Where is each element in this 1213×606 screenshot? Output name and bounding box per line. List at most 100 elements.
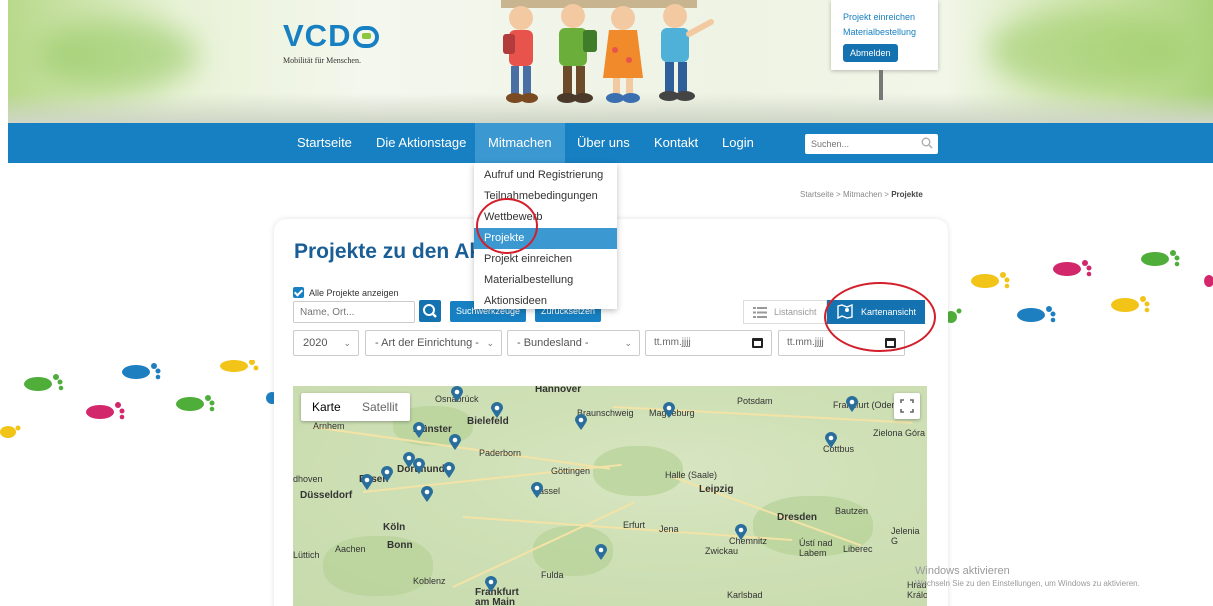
map-pin[interactable]	[449, 434, 461, 450]
chevron-down-icon: ⌄	[624, 338, 632, 348]
year-select[interactable]: 2020 ⌄	[293, 330, 359, 356]
map-pin[interactable]	[531, 482, 543, 498]
city-label-eindhoven: dhoven	[293, 474, 323, 484]
city-label-leipzig: Leipzig	[699, 484, 734, 495]
city-label-aachen: Aachen	[335, 544, 366, 554]
map-pin[interactable]	[825, 432, 837, 448]
breadcrumb: Startseite > Mitmachen > Projekte	[800, 190, 923, 199]
user-panel: Projekt einreichen Materialbestellung Ab…	[831, 0, 938, 70]
list-icon	[753, 307, 767, 318]
fullscreen-icon	[900, 399, 914, 413]
map-tab-karte[interactable]: Karte	[312, 393, 341, 421]
calendar-icon[interactable]	[752, 338, 763, 348]
show-all-checkbox[interactable]	[293, 287, 304, 298]
map-pin[interactable]	[413, 458, 425, 474]
city-label-arnhem: Arnhem	[313, 421, 345, 431]
dropdown-item-materialbestellung[interactable]: Materialbestellung	[474, 270, 617, 291]
watermark-text: Wechseln Sie zu den Einstellungen, um Wi…	[915, 579, 1140, 588]
map-pin[interactable]	[575, 414, 587, 430]
dropdown-item-aktionsideen[interactable]: Aktionsideen	[474, 291, 617, 312]
city-label-zielona-gora: Zielona Góra	[873, 428, 926, 438]
city-label-koeln: Köln	[383, 522, 406, 533]
map-pin[interactable]	[485, 576, 497, 592]
nav-item-ueber-uns[interactable]: Über uns	[564, 123, 643, 163]
annotation-circle-kartenansicht	[824, 282, 936, 352]
breadcrumb-parent[interactable]: Mitmachen	[843, 190, 882, 199]
map-pin[interactable]	[491, 402, 503, 418]
map-tab-satellit[interactable]: Satellit	[362, 393, 398, 421]
main-nav: Startseite Die Aktionstage Mitmachen Übe…	[8, 123, 1213, 163]
breadcrumb-current: Projekte	[891, 190, 923, 199]
city-label-usti: Ústí nad Labem	[799, 538, 833, 558]
nav-item-startseite[interactable]: Startseite	[284, 123, 365, 163]
map-pin[interactable]	[361, 474, 373, 490]
windows-activation-watermark: Windows aktivieren Wechseln Sie zu den E…	[915, 565, 1140, 588]
search-icon[interactable]	[921, 137, 933, 149]
breadcrumb-home[interactable]: Startseite	[800, 190, 834, 199]
city-label-duesseldorf: Düsseldorf	[300, 490, 353, 501]
city-label-erfurt: Erfurt	[623, 520, 646, 530]
map-type-control: Karte Satellit	[301, 393, 410, 421]
annotation-circle-projekte	[476, 198, 538, 254]
map-pin[interactable]	[663, 402, 675, 418]
state-select-value: - Bundesland -	[517, 337, 589, 349]
watermark-title: Windows aktivieren	[915, 565, 1010, 577]
city-label-dresden: Dresden	[777, 512, 818, 523]
map-pin[interactable]	[846, 396, 858, 412]
materialbestellung-link[interactable]: Materialbestellung	[843, 25, 928, 40]
logout-button[interactable]: Abmelden	[843, 44, 898, 62]
city-label-frankfurt: Frankfurt am Main	[475, 587, 519, 606]
search-icon	[423, 304, 437, 318]
map-pin[interactable]	[421, 486, 433, 502]
logo-heart-icon	[353, 26, 380, 48]
search-box	[805, 134, 938, 154]
show-all-checkbox-row[interactable]: Alle Projekte anzeigen	[293, 287, 399, 298]
map-pin[interactable]	[735, 524, 747, 540]
breadcrumb-sep: >	[884, 190, 889, 199]
sign-pole	[879, 70, 883, 100]
state-select[interactable]: - Bundesland - ⌄	[507, 330, 640, 356]
map-pin[interactable]	[443, 462, 455, 478]
list-view-button[interactable]: Listansicht	[743, 300, 827, 324]
fullscreen-button[interactable]	[894, 393, 920, 419]
dropdown-item-aufruf[interactable]: Aufruf und Registrierung	[474, 165, 617, 186]
date-from-input[interactable]: tt.mm.jjjj	[645, 330, 772, 356]
nav-item-aktionstage[interactable]: Die Aktionstage	[363, 123, 479, 163]
year-select-value: 2020	[303, 337, 328, 349]
search-input[interactable]	[805, 134, 913, 154]
logo-subtitle: Mobilität für Menschen.	[283, 56, 361, 65]
name-search-button[interactable]	[419, 300, 441, 322]
map-pin[interactable]	[413, 422, 425, 438]
city-label-paderborn: Paderborn	[479, 448, 522, 458]
logo-text: VCD	[283, 18, 352, 53]
nav-item-mitmachen[interactable]: Mitmachen	[475, 123, 565, 163]
city-label-frankfurt-oder: Frankfurt (Oder)	[833, 400, 898, 410]
city-label-fulda: Fulda	[541, 570, 564, 580]
vcd-logo[interactable]: VCD Mobilität für Menschen.	[283, 18, 380, 65]
city-label-karlsbad: Karlsbad	[727, 590, 763, 600]
institution-type-select[interactable]: - Art der Einrichtung - ⌄	[365, 330, 502, 356]
city-label-jena: Jena	[659, 524, 679, 534]
city-label-goettingen: Göttingen	[551, 466, 591, 476]
map-pin[interactable]	[451, 386, 463, 402]
projekt-einreichen-link[interactable]: Projekt einreichen	[843, 10, 928, 25]
page-title: Projekte zu den Akti	[294, 240, 494, 263]
chevron-down-icon: ⌄	[486, 338, 494, 348]
show-all-label: Alle Projekte anzeigen	[309, 287, 399, 298]
map-pin[interactable]	[595, 544, 607, 560]
nav-item-login[interactable]: Login	[709, 123, 767, 163]
city-label-bonn: Bonn	[387, 540, 413, 551]
nav-item-kontakt[interactable]: Kontakt	[641, 123, 711, 163]
institution-type-value: - Art der Einrichtung -	[375, 337, 479, 349]
city-label-zwickau: Zwickau	[705, 546, 739, 556]
map-pin[interactable]	[381, 466, 393, 482]
city-label-jelenia: Jelenia G	[891, 526, 920, 546]
city-label-koblenz: Koblenz	[413, 576, 446, 586]
footprints-right-decoration	[945, 250, 1213, 323]
chevron-down-icon: ⌄	[343, 338, 351, 348]
name-location-input[interactable]	[293, 301, 415, 323]
city-label-bautzen: Bautzen	[835, 506, 869, 516]
city-label-hannover: Hannover	[535, 386, 582, 395]
date-to-placeholder: tt.mm.jjjj	[787, 337, 824, 348]
city-label-halle: Halle (Saale)	[665, 470, 718, 480]
